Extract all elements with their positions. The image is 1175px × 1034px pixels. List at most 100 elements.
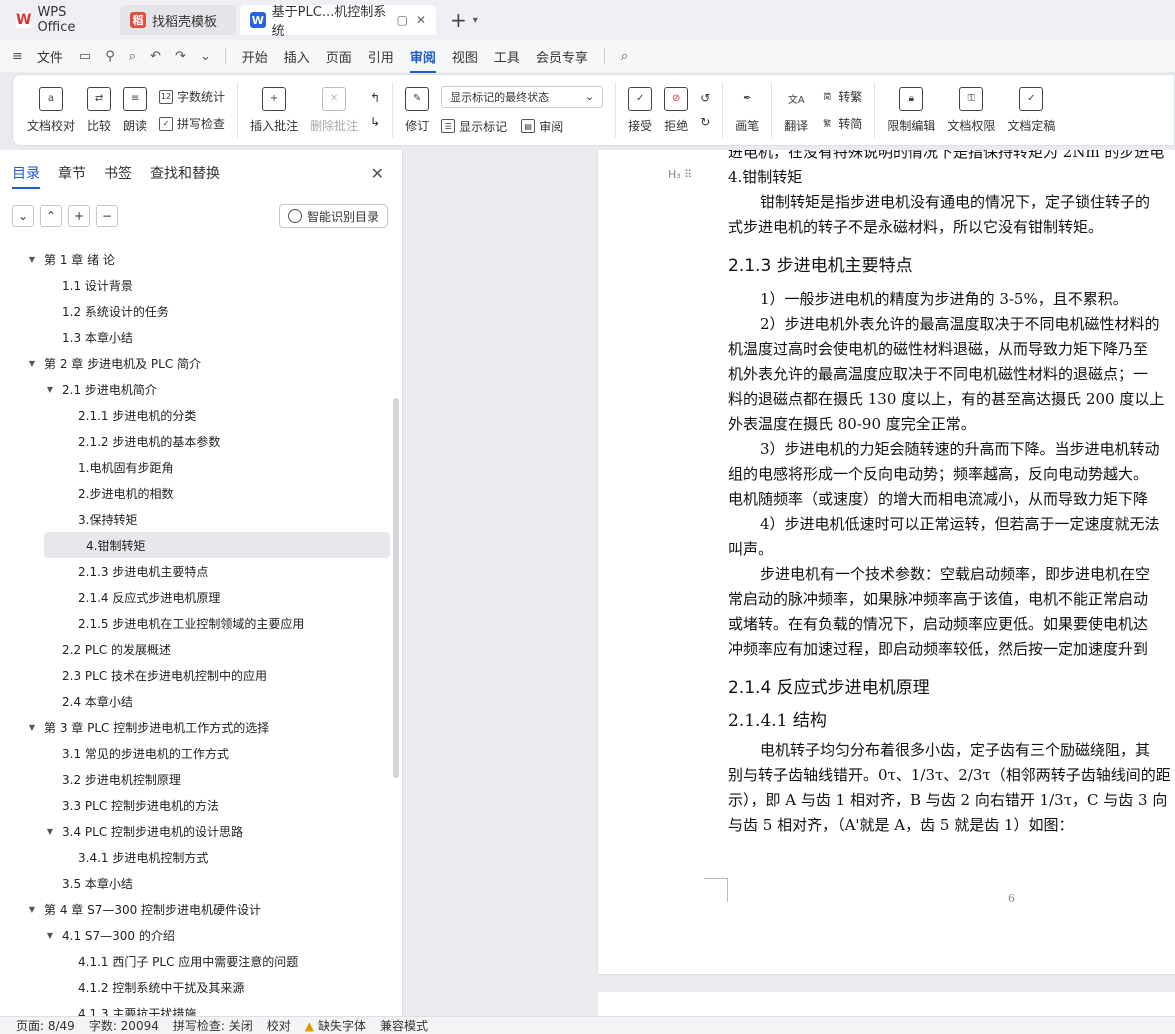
document-page[interactable]: H₃ ⠿ 进电机，在没有特殊说明的情况下是指保持转矩为 2Nm 的步进电 4.钳制…	[598, 150, 1175, 974]
to-traditional-button[interactable]: 简 转繁	[820, 88, 862, 105]
doc-paragraph-line[interactable]: 步进电机有一个技术参数：空载启动频率，即步进电机在空	[728, 562, 1175, 587]
toc-item[interactable]: ▼ 第 2 章 步进电机及 PLC 简介	[0, 350, 392, 376]
toc-item[interactable]: ▼ 3.4 PLC 控制步进电机的设计思路	[0, 818, 392, 844]
toc-item[interactable]: 2.1.1 步进电机的分类	[0, 402, 392, 428]
tab-wps-office[interactable]: W WPS Office	[6, 5, 116, 35]
doc-paragraph-line[interactable]: 机外表允许的最高温度应取决于不同电机磁性材料的退磁点；一	[728, 362, 1175, 387]
insert-comment-button[interactable]: + 插入批注	[250, 86, 298, 134]
toc-item[interactable]: ▼ 4.1 S7—300 的介绍	[0, 922, 392, 948]
toc-item[interactable]: 1.3 本章小结	[0, 324, 392, 350]
doc-paragraph-line[interactable]: 电机转子均匀分布着很多小齿，定子齿有三个励磁绕阻，其	[728, 738, 1175, 763]
menu-home[interactable]: 开始	[242, 47, 268, 66]
toc-item[interactable]: 4.1.2 控制系统中干扰及其来源	[0, 974, 392, 1000]
toc-item[interactable]: 3.5 本章小结	[0, 870, 392, 896]
toc-item[interactable]: 2.3 PLC 技术在步进电机控制中的应用	[0, 662, 392, 688]
menu-review[interactable]: 审阅	[409, 47, 436, 73]
menu-view[interactable]: 视图	[452, 47, 478, 66]
redo-icon[interactable]: ↷	[175, 49, 186, 64]
toc-item[interactable]: ▼ 第 1 章 绪 论	[0, 246, 392, 272]
markup-state-select[interactable]: 显示标记的最终状态 ⌄	[441, 85, 604, 108]
toc-item[interactable]: 1.1 设计背景	[0, 272, 392, 298]
triangle-down-icon[interactable]: ▼	[44, 931, 56, 940]
toc-item[interactable]: ▼ 第 3 章 PLC 控制步进电机工作方式的选择	[0, 714, 392, 740]
next-change-icon[interactable]: ↻	[700, 115, 710, 129]
toc-item[interactable]: 2.1.3 步进电机主要特点	[0, 558, 392, 584]
compare-button[interactable]: ⇄ 比较	[87, 86, 111, 134]
new-tab-icon[interactable]: +	[450, 8, 467, 32]
menu-insert[interactable]: 插入	[284, 47, 310, 66]
toc-item[interactable]: 4.钳制转矩	[44, 532, 390, 558]
word-count-status[interactable]: 字数: 20094	[89, 1017, 159, 1034]
menu-page[interactable]: 页面	[326, 47, 352, 66]
triangle-down-icon[interactable]: ▼	[26, 359, 38, 368]
to-simplified-button[interactable]: 繁 转简	[820, 115, 862, 132]
tab-document[interactable]: W 基于PLC...机控制系统 ▢ ✕	[240, 5, 436, 39]
triangle-down-icon[interactable]: ▼	[44, 827, 56, 836]
doc-paragraph-line[interactable]: 机温度过高时会使电机的磁性材料退磁，从而导致力矩下降乃至	[728, 337, 1175, 362]
doc-paragraph-line[interactable]: 别与转子齿轴线错开。0τ、1/3τ、2/3τ（相邻两转子齿轴线间的距	[728, 763, 1175, 788]
track-changes-button[interactable]: ✎ 修订	[405, 86, 429, 134]
translate-button[interactable]: 文A 翻译	[784, 87, 808, 134]
doc-paragraph-line[interactable]: 或堵转。在有负载的情况下，启动频率应更低。如果要使电机达	[728, 612, 1175, 637]
toc-item[interactable]: 1.2 系统设计的任务	[0, 298, 392, 324]
doc-paragraph-line[interactable]: 3）步进电机的力矩会随转速的升高而下降。当步进电机转动	[728, 437, 1175, 462]
next-comment-icon[interactable]: ↳	[370, 115, 380, 129]
page-indicator[interactable]: 页面: 8/49	[16, 1017, 75, 1034]
doc-check-button[interactable]: a 文档校对	[27, 86, 75, 134]
toc-item[interactable]: 2.步进电机的相数	[0, 480, 392, 506]
doc-paragraph-line[interactable]: 4）步进电机低速时可以正常运转，但若高于一定速度就无法	[728, 512, 1175, 537]
heading-marker-icon[interactable]: H₃ ⠿	[668, 168, 692, 181]
read-aloud-button[interactable]: ≡ 朗读	[123, 86, 147, 134]
save-icon[interactable]: ▭	[79, 49, 91, 64]
doc-paragraph-line[interactable]: 式步进电机的转子不是永磁材料，所以它没有钳制转矩。	[728, 215, 1175, 240]
toc-item[interactable]: 4.1.1 西门子 PLC 应用中需要注意的问题	[0, 948, 392, 974]
delete-comment-button[interactable]: ✕ 删除批注	[310, 86, 358, 134]
compat-mode-status[interactable]: 兼容模式	[380, 1017, 428, 1034]
doc-paragraph-line[interactable]: 冲频率应有加速过程，即启动频率较低，然后按一定加速度升到	[728, 637, 1175, 662]
missing-font-status[interactable]: 缺失字体	[318, 1017, 366, 1034]
tab-window-icon[interactable]: ▢	[397, 13, 408, 27]
toc-item[interactable]: ▼ 第 4 章 S7—300 控制步进电机硬件设计	[0, 896, 392, 922]
toc-item[interactable]: 2.1.5 步进电机在工业控制领域的主要应用	[0, 610, 392, 636]
tab-find-replace[interactable]: 查找和替换	[150, 163, 220, 183]
toc-item[interactable]: 2.1.4 反应式步进电机原理	[0, 584, 392, 610]
hamburger-icon[interactable]: ≡	[12, 49, 23, 64]
more-icon[interactable]: ⌄	[200, 49, 211, 64]
prev-change-icon[interactable]: ↺	[700, 91, 710, 105]
spell-status[interactable]: 拼写检查: 关闭	[173, 1017, 253, 1034]
tab-bookmarks[interactable]: 书签	[104, 163, 132, 183]
doc-heading[interactable]: 2.1.4 反应式步进电机原理	[728, 676, 1175, 701]
add-icon[interactable]: +	[68, 205, 90, 227]
menu-reference[interactable]: 引用	[368, 47, 394, 66]
tab-sections[interactable]: 章节	[58, 163, 86, 183]
triangle-down-icon[interactable]: ▼	[44, 385, 56, 394]
document-area[interactable]: H₃ ⠿ 进电机，在没有特殊说明的情况下是指保持转矩为 2Nm 的步进电 4.钳制…	[404, 150, 1175, 1016]
reject-button[interactable]: ⊘ 拒绝	[664, 86, 688, 134]
expand-icon[interactable]: ⌄	[12, 205, 34, 227]
menu-tools[interactable]: 工具	[494, 47, 520, 66]
toc-item[interactable]: ▼ 2.1 步进电机简介	[0, 376, 392, 402]
doc-paragraph-line[interactable]: 料的退磁点都在摄氏 130 度以上，有的甚至高达摄氏 200 度以上	[728, 387, 1175, 412]
doc-paragraph-line[interactable]: 常启动的脉冲频率，如果脉冲频率高于该值，电机不能正常启动	[728, 587, 1175, 612]
next-page[interactable]	[598, 992, 1175, 1016]
doc-paragraph-line[interactable]: 进电机，在没有特殊说明的情况下是指保持转矩为 2Nm 的步进电	[728, 150, 1175, 165]
doc-heading[interactable]: 2.1.3 步进电机主要特点	[728, 254, 1175, 279]
toc-item[interactable]: 4.1.3 主要抗干扰措施	[0, 1000, 392, 1017]
collapse-icon[interactable]: ⌃	[40, 205, 62, 227]
show-markup-button[interactable]: ☰ 显示标记	[441, 118, 507, 135]
preview-icon[interactable]: ⌕	[129, 49, 136, 64]
toc-item[interactable]: 3.1 常见的步进电机的工作方式	[0, 740, 392, 766]
menu-file[interactable]: 文件	[37, 47, 63, 66]
doc-paragraph-line[interactable]: 示），即 A 与齿 1 相对齐，B 与齿 2 向右错开 1/3τ，C 与齿 3 …	[728, 788, 1175, 813]
triangle-down-icon[interactable]: ▼	[26, 255, 38, 264]
toc-item[interactable]: 3.2 步进电机控制原理	[0, 766, 392, 792]
toc-item[interactable]: 3.4.1 步进电机控制方式	[0, 844, 392, 870]
chevron-down-icon[interactable]: ▾	[473, 15, 478, 26]
toc-item[interactable]: 2.4 本章小结	[0, 688, 392, 714]
toc-item[interactable]: 2.2 PLC 的发展概述	[0, 636, 392, 662]
doc-finalize-button[interactable]: ✓ 文档定稿	[1007, 86, 1055, 134]
spell-check-button[interactable]: ✓ 拼写检查	[159, 115, 225, 132]
restrict-edit-button[interactable]: 🔒︎ 限制编辑	[887, 86, 935, 134]
toc-item[interactable]: 2.1.2 步进电机的基本参数	[0, 428, 392, 454]
doc-paragraph-line[interactable]: 4.钳制转矩	[728, 165, 1175, 190]
